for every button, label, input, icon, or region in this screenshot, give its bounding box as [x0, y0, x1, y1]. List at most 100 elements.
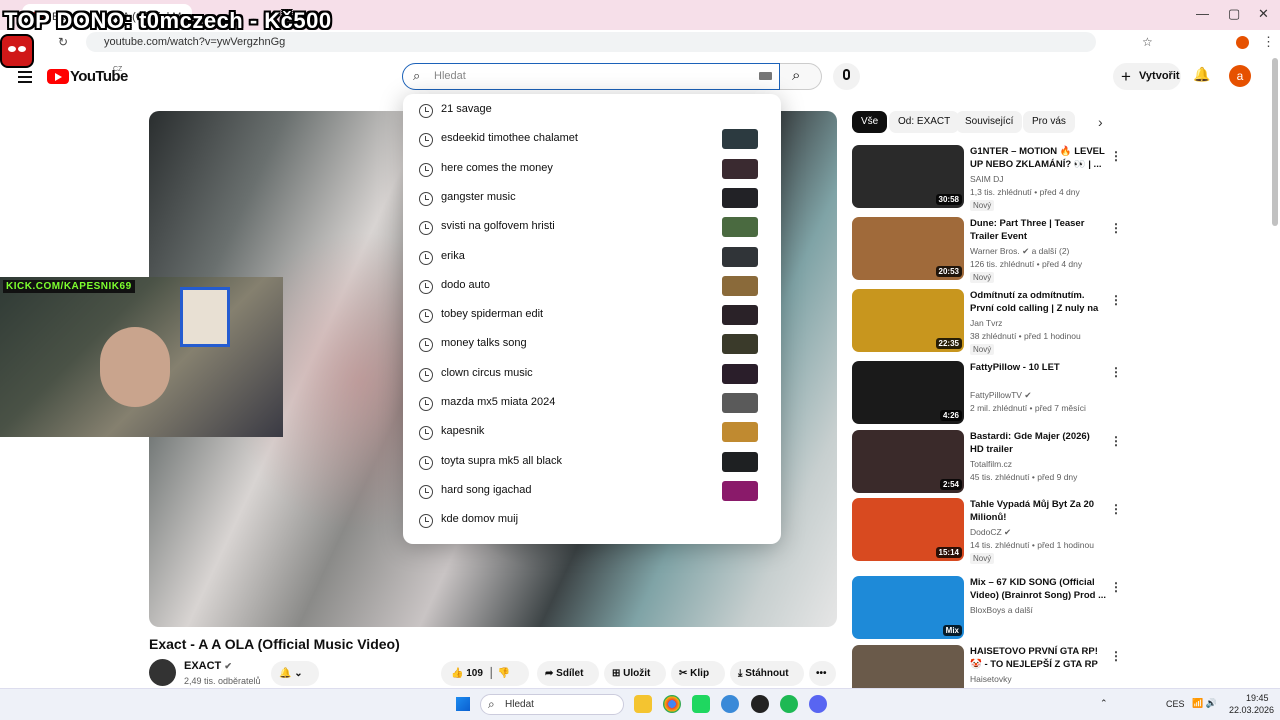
- dislike-icon: 👎: [497, 668, 510, 679]
- suggestion-item[interactable]: tobey spiderman edit: [403, 303, 781, 332]
- more-actions-button[interactable]: •••: [809, 661, 836, 686]
- more-vertical-icon[interactable]: ⋮: [1110, 365, 1122, 379]
- recommended-channel: DodoCZ ✔: [970, 527, 1012, 537]
- windows-start-icon[interactable]: [456, 697, 470, 711]
- suggestion-item[interactable]: dodo auto: [403, 274, 781, 303]
- save-button[interactable]: ⊞ Uložit: [604, 661, 666, 686]
- file-explorer-icon[interactable]: [634, 695, 652, 713]
- more-vertical-icon[interactable]: ⋮: [1110, 502, 1122, 516]
- taskbar-search[interactable]: ⌕ Hledat: [480, 694, 624, 715]
- recommended-video[interactable]: 15:14 Tahle Vypadá Můj Byt Za 20 Milionů!…: [852, 498, 1122, 564]
- recommended-video[interactable]: 30:58 G1NTER – MOTION 🔥 LEVEL UP NEBO ZKL…: [852, 145, 1122, 211]
- chevron-right-icon[interactable]: ›: [1098, 114, 1103, 130]
- more-vertical-icon[interactable]: ⋮: [1110, 580, 1122, 594]
- keyboard-icon[interactable]: [759, 72, 772, 80]
- page-scrollbar[interactable]: [1272, 58, 1278, 226]
- suggestion-item[interactable]: toyta supra mk5 all black: [403, 450, 781, 479]
- more-vertical-icon[interactable]: ⋮: [1110, 221, 1122, 235]
- save-icon: ⊞: [612, 668, 621, 679]
- video-thumbnail[interactable]: Mix: [852, 576, 964, 639]
- browser-menu-icon[interactable]: ⋮: [1262, 34, 1275, 50]
- account-avatar[interactable]: a: [1229, 65, 1251, 87]
- video-thumbnail[interactable]: 15:14: [852, 498, 964, 561]
- recommended-title: Mix – 67 KID SONG (Official Video) (Brai…: [970, 577, 1106, 601]
- share-button[interactable]: ➦ Sdílet: [537, 661, 599, 686]
- youtube-logo-icon[interactable]: [47, 69, 69, 84]
- hamburger-menu-icon[interactable]: [18, 71, 32, 83]
- reload-icon[interactable]: ↻: [58, 35, 68, 49]
- recommended-video[interactable]: 2:54 Bastardi: Gde Majer (2026) HD traile…: [852, 430, 1122, 494]
- video-thumbnail[interactable]: 30:58: [852, 145, 964, 208]
- search-input[interactable]: ⌕ Hledat: [402, 63, 780, 90]
- tray-chevron-up-icon[interactable]: ⌃: [1100, 698, 1108, 709]
- like-count: 109: [466, 668, 483, 679]
- suggestion-item[interactable]: gangster music: [403, 186, 781, 215]
- spotify-icon[interactable]: [780, 695, 798, 713]
- notifications-bell-icon[interactable]: 🔔: [1193, 66, 1210, 83]
- tray-wifi-volume-icon[interactable]: 📶 🔊: [1192, 698, 1217, 709]
- recommended-video[interactable]: 4:26 FattyPillow - 10 LET FattyPillowTV ✔ 2…: [852, 361, 1122, 425]
- recommended-video[interactable]: 20:53 Dune: Part Three | Teaser Trailer E…: [852, 217, 1122, 283]
- filter-chip[interactable]: Od: EXACT: [889, 111, 960, 133]
- filter-chip[interactable]: Vše: [852, 111, 888, 133]
- subscription-bell-button[interactable]: 🔔 ⌄: [271, 661, 319, 686]
- filter-chip[interactable]: Pro vás: [1023, 111, 1075, 133]
- video-thumbnail[interactable]: 4:26: [852, 361, 964, 424]
- suggestion-text: 21 savage: [441, 103, 492, 115]
- input-language[interactable]: CES: [1166, 699, 1185, 709]
- profile-avatar-icon[interactable]: [1236, 36, 1249, 49]
- chrome-icon[interactable]: [663, 695, 681, 713]
- like-button[interactable]: 👍 109 │ 👎: [441, 661, 529, 686]
- recommended-video[interactable]: Mix Mix – 67 KID SONG (Official Video) (B…: [852, 576, 1122, 640]
- close-icon[interactable]: ✕: [1258, 6, 1269, 22]
- channel-avatar[interactable]: [149, 659, 176, 686]
- filter-chip[interactable]: Související: [956, 111, 1023, 133]
- minimize-icon[interactable]: —: [1196, 6, 1209, 21]
- discord-icon[interactable]: [809, 695, 827, 713]
- download-button[interactable]: ⤓ Stáhnout: [730, 661, 804, 686]
- suggestion-item[interactable]: svisti na golfovem hristi: [403, 215, 781, 244]
- suggestion-thumbnail: [722, 158, 758, 179]
- suggestion-item[interactable]: money talks song: [403, 332, 781, 361]
- recommended-title: HAISETOVO PRVNÍ GTA RP!🤡 - TO NEJLEPŠÍ Z…: [970, 646, 1098, 670]
- suggestion-thumbnail: [722, 480, 758, 501]
- video-thumbnail[interactable]: 2:54: [852, 430, 964, 493]
- suggestion-item[interactable]: kapesnik: [403, 420, 781, 449]
- kick-app-icon[interactable]: [692, 695, 710, 713]
- recommended-video[interactable]: 22:35 Odmítnutí za odmítnutím. První cold…: [852, 289, 1122, 355]
- video-thumbnail[interactable]: 22:35: [852, 289, 964, 352]
- more-vertical-icon[interactable]: ⋮: [1110, 649, 1122, 663]
- more-vertical-icon[interactable]: ⋮: [1110, 293, 1122, 307]
- bell-icon: 🔔: [279, 668, 292, 679]
- chevron-down-icon: ⌄: [294, 668, 303, 679]
- video-thumbnail[interactable]: 20:53: [852, 217, 964, 280]
- voice-search-button[interactable]: [833, 63, 860, 90]
- create-button[interactable]: + Vytvořit: [1113, 63, 1181, 90]
- suggestion-item[interactable]: mazda mx5 miata 2024: [403, 391, 781, 420]
- suggestion-text: toyta supra mk5 all black: [441, 454, 563, 467]
- suggestion-text: clown circus music: [441, 366, 533, 379]
- more-vertical-icon[interactable]: ⋮: [1110, 149, 1122, 163]
- maximize-icon[interactable]: ▢: [1228, 6, 1240, 22]
- obs-icon[interactable]: [751, 695, 769, 713]
- more-vertical-icon[interactable]: ⋮: [1110, 434, 1122, 448]
- suggestion-item[interactable]: 21 savage: [403, 98, 781, 127]
- search-button[interactable]: ⌕: [780, 63, 822, 90]
- suggestion-text: kapesnik: [441, 425, 485, 438]
- suggestion-item[interactable]: clown circus music: [403, 362, 781, 391]
- channel-name[interactable]: EXACT ✔: [184, 660, 232, 672]
- suggestion-item[interactable]: kde domov muij: [403, 508, 781, 537]
- bookmark-star-icon[interactable]: ☆: [1142, 35, 1153, 49]
- suggestion-item[interactable]: esdeekid timothee chalamet: [403, 127, 781, 156]
- app-icon-1[interactable]: [721, 695, 739, 713]
- recommended-meta: 14 tis. zhlédnutí • před 1 hodinou: [970, 540, 1094, 550]
- recommended-meta: 45 tis. zhlédnutí • před 9 dny: [970, 472, 1078, 482]
- suggestion-item[interactable]: here comes the money: [403, 157, 781, 186]
- recommended-channel: Warner Bros. ✔ a další (2): [970, 246, 1070, 256]
- suggestion-item[interactable]: hard song igachad: [403, 479, 781, 508]
- suggestion-thumbnail: [722, 129, 758, 150]
- address-bar[interactable]: youtube.com/watch?v=ywVergzhnGg: [86, 32, 1096, 52]
- suggestion-item[interactable]: erika: [403, 245, 781, 274]
- clip-button[interactable]: ✂ Klip: [671, 661, 725, 686]
- history-icon: [419, 279, 433, 294]
